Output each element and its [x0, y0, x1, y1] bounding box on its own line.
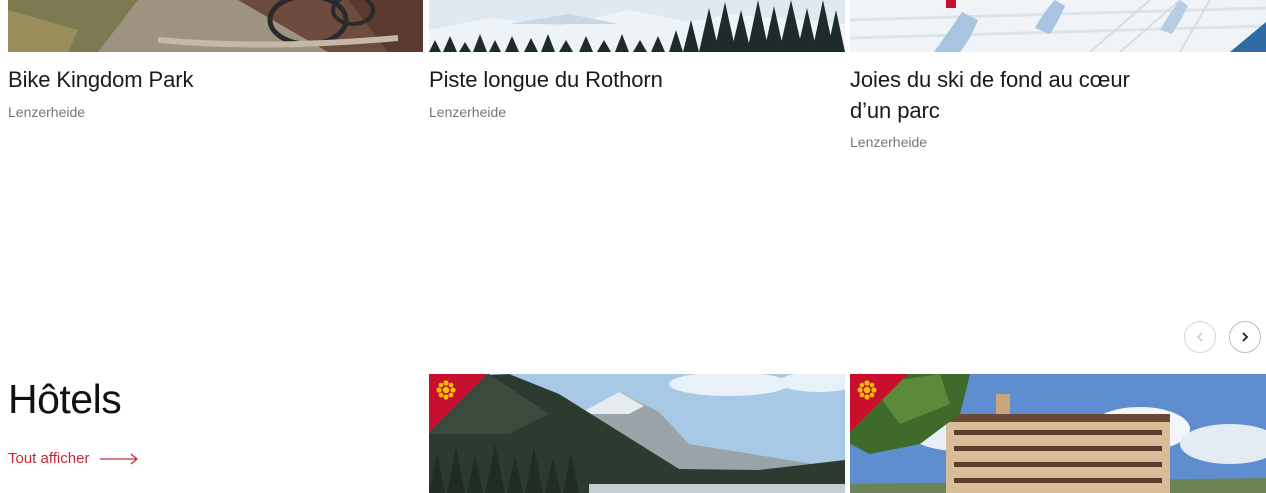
experience-card-title[interactable]: Bike Kingdom Park [8, 64, 193, 95]
experience-card-image-bike[interactable] [8, 0, 423, 52]
hotel-card-image[interactable] [850, 374, 1266, 493]
arrow-right-icon [100, 453, 139, 464]
experience-card-location: Lenzerheide [850, 134, 928, 150]
experience-card-title-line1: Joies du ski de fond au cœur [850, 67, 1130, 92]
hotels-heading: Hôtels [8, 376, 122, 422]
experience-card-location: Lenzerheide [8, 104, 86, 120]
snowy-forest-photo [429, 0, 845, 52]
cross-country-ski-photo [850, 0, 1266, 52]
experience-card-image-rothorn[interactable] [429, 0, 845, 52]
experience-card-title[interactable]: Joies du ski de fond au cœur d’un parc [850, 64, 1130, 126]
chevron-left-icon [1196, 332, 1203, 342]
chevron-right-icon [1242, 332, 1249, 342]
experience-card-title-line2: d’un parc [850, 98, 940, 123]
hotel-card-image[interactable] [429, 374, 845, 493]
view-all-label: Tout afficher [8, 450, 90, 467]
carousel-next-button[interactable] [1229, 321, 1261, 353]
hotel-building-photo [850, 374, 1266, 493]
mountain-bike-photo [8, 0, 423, 52]
carousel-prev-button[interactable] [1184, 321, 1216, 353]
view-all-hotels-link[interactable]: Tout afficher [8, 450, 139, 467]
mountain-valley-photo [429, 374, 845, 493]
experience-card-location: Lenzerheide [429, 104, 507, 120]
experience-card-image-ski[interactable] [850, 0, 1266, 52]
experience-card-title[interactable]: Piste longue du Rothorn [429, 64, 663, 95]
